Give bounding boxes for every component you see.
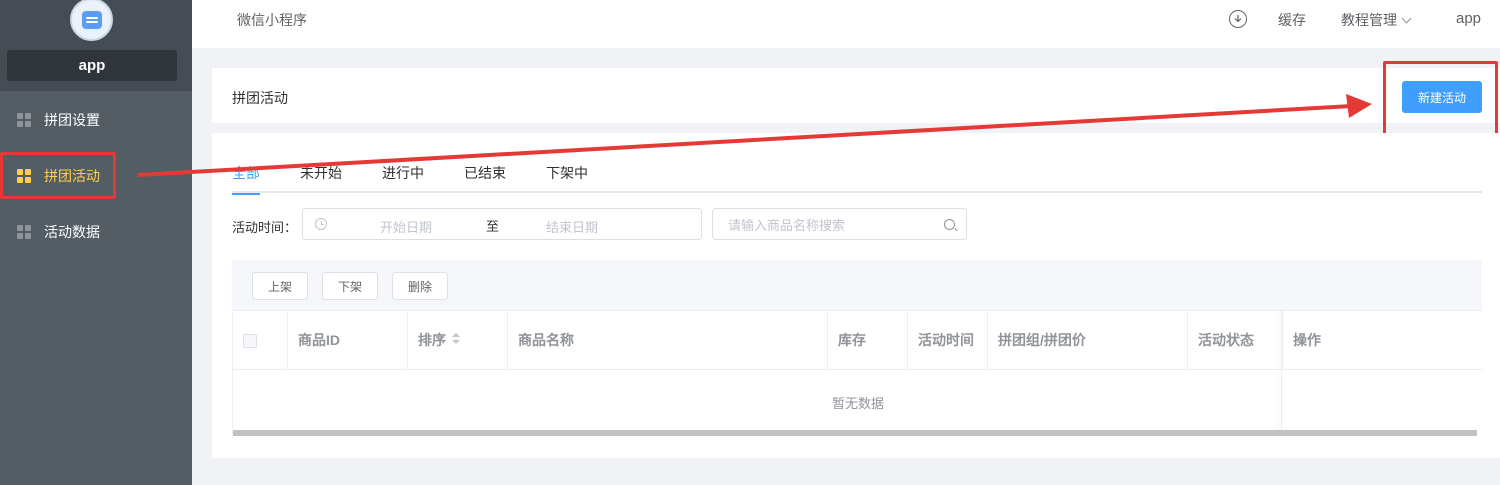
search-icon[interactable] (944, 219, 955, 230)
select-all-checkbox[interactable] (243, 334, 257, 348)
list-on-button[interactable]: 上架 (252, 272, 308, 300)
sidebar-item-label: 活动数据 (44, 224, 100, 240)
app-avatar (70, 0, 113, 41)
cache-link[interactable]: 缓存 (1278, 10, 1306, 30)
grid-icon (17, 113, 31, 127)
download-icon[interactable] (1229, 10, 1247, 28)
tab-in-progress[interactable]: 进行中 (382, 163, 424, 193)
sidebar-item-label: 拼团设置 (44, 112, 100, 128)
column-group-price: 拼团组/拼团价 (988, 311, 1188, 370)
start-date-input[interactable]: 开始日期 (380, 217, 432, 236)
sort-icon[interactable] (452, 333, 460, 345)
tutorial-label: 教程管理 (1341, 12, 1397, 28)
search-box (712, 208, 967, 240)
status-tabs: 全部 未开始 进行中 已结束 下架中 (232, 163, 1482, 195)
tab-label: 全部 (232, 165, 260, 181)
sidebar-item-group-settings[interactable]: 拼团设置 (0, 92, 192, 148)
column-activity-status: 活动状态 (1188, 311, 1283, 370)
tab-off-shelf[interactable]: 下架中 (546, 163, 588, 193)
top-header: 微信小程序 缓存 教程管理 app (192, 0, 1500, 48)
page-title: 拼团活动 (232, 90, 288, 106)
search-input[interactable] (728, 216, 928, 234)
tab-ended[interactable]: 已结束 (464, 163, 506, 193)
activity-table: 商品ID 排序 商品名称 库存 活动时间 拼团组/拼团价 活动状态 操作 暂无数… (232, 310, 1483, 438)
annotation-highlight-button (1383, 61, 1498, 142)
user-menu[interactable]: app (1456, 10, 1481, 27)
tutorial-menu[interactable]: 教程管理 (1341, 10, 1412, 30)
store-icon (81, 10, 102, 29)
delete-button[interactable]: 删除 (392, 272, 448, 300)
app-name: app (7, 50, 177, 81)
main-panel: 全部 未开始 进行中 已结束 下架中 活动时间： 开始日期 至 结束日期 上架 … (212, 133, 1500, 458)
select-all-column (233, 311, 288, 370)
annotation-highlight-sidebar (0, 152, 116, 199)
end-date-input[interactable]: 结束日期 (546, 217, 598, 236)
fixed-column-divider (1281, 310, 1282, 430)
list-off-button[interactable]: 下架 (322, 272, 378, 300)
column-label: 排序 (418, 332, 446, 348)
column-sort[interactable]: 排序 (408, 311, 508, 370)
column-operation: 操作 (1293, 332, 1321, 348)
table-area: 上架 下架 删除 商品ID 排序 商品名称 库存 活动时间 拼团组/拼团价 活动… (232, 260, 1483, 438)
column-product-name: 商品名称 (508, 311, 828, 370)
activity-time-label: 活动时间： (232, 220, 298, 235)
date-range-picker[interactable]: 开始日期 至 结束日期 (302, 208, 702, 240)
header-title: 微信小程序 (237, 12, 307, 28)
empty-state: 暂无数据 (831, 396, 884, 411)
table-header: 商品ID 排序 商品名称 库存 活动时间 拼团组/拼团价 活动状态 操作 (233, 310, 1483, 370)
page-header-panel: 拼团活动 新建活动 (212, 68, 1500, 123)
tab-all[interactable]: 全部 (232, 163, 260, 195)
column-product-id: 商品ID (288, 311, 408, 370)
sidebar-item-activity-data[interactable]: 活动数据 (0, 204, 192, 260)
column-activity-time: 活动时间 (908, 311, 988, 370)
sidebar-header: app (0, 0, 192, 91)
column-stock: 库存 (828, 311, 908, 370)
sidebar: app 拼团设置 拼团活动 活动数据 (0, 0, 192, 485)
clock-icon (315, 218, 327, 230)
tab-not-started[interactable]: 未开始 (300, 163, 342, 193)
grid-icon (17, 225, 31, 239)
date-separator: 至 (486, 219, 500, 234)
horizontal-scrollbar[interactable] (233, 430, 1477, 436)
tab-active-indicator (232, 193, 260, 195)
chevron-down-icon (1401, 13, 1412, 23)
